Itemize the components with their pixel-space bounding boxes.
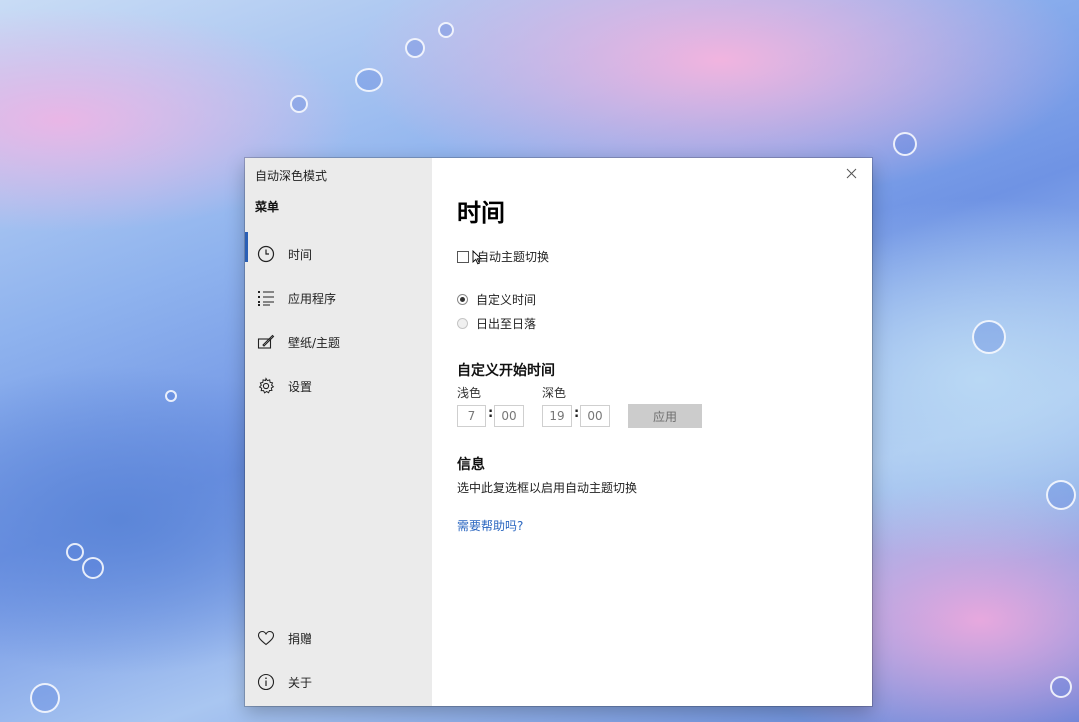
sidebar-item-label: 壁纸/主题 [288, 335, 341, 350]
radio-label: 自定义时间 [476, 293, 537, 307]
close-icon [846, 164, 857, 183]
sidebar-item-apps[interactable]: 应用程序 [245, 276, 432, 320]
mouse-cursor-icon [472, 249, 483, 269]
dark-hour-input[interactable]: 19 [542, 405, 572, 427]
auto-switch-checkbox-row[interactable]: 自动主题切换 [457, 248, 549, 265]
wallpaper-bubble [1050, 676, 1072, 698]
wallpaper-bubble [405, 38, 425, 58]
light-minute-input[interactable]: 00 [494, 405, 524, 427]
sidebar-item-label: 设置 [288, 379, 313, 394]
sidebar: 自动深色模式 菜单 时间 应用程序 壁纸/主题 设置 捐赠 关于 [245, 158, 432, 706]
wallpaper-bubble [30, 683, 60, 713]
sidebar-item-time[interactable]: 时间 [245, 232, 432, 276]
wallpaper-bubble [355, 68, 383, 92]
app-window: 自动深色模式 菜单 时间 应用程序 壁纸/主题 设置 捐赠 关于 时间 自动主题… [245, 158, 872, 706]
sidebar-nav: 时间 应用程序 壁纸/主题 设置 [245, 232, 432, 408]
time-separator: : [574, 406, 580, 421]
info-icon [256, 672, 276, 692]
auto-switch-label: 自动主题切换 [477, 250, 550, 264]
light-hour-input[interactable]: 7 [457, 405, 486, 427]
sidebar-item-label: 捐赠 [288, 631, 313, 646]
dark-label: 深色 [542, 386, 567, 400]
sidebar-item-donate[interactable]: 捐赠 [245, 616, 432, 660]
close-button[interactable] [842, 164, 860, 182]
radio-button[interactable] [457, 294, 468, 305]
radio-button[interactable] [457, 318, 468, 329]
sidebar-item-label: 时间 [288, 247, 313, 262]
sidebar-item-label: 关于 [288, 675, 313, 690]
main-panel: 时间 自动主题切换 自定义时间 日出至日落 自定义开始时间 浅色 深色 7 : … [432, 158, 872, 706]
wallpaper-bubble [165, 390, 177, 402]
auto-switch-checkbox[interactable] [457, 250, 469, 263]
radio-label: 日出至日落 [476, 317, 537, 331]
list-icon [256, 288, 276, 308]
paint-icon [256, 332, 276, 352]
clock-icon [256, 244, 276, 264]
sidebar-item-label: 应用程序 [288, 291, 337, 306]
sidebar-bottom-nav: 捐赠 关于 [245, 616, 432, 704]
radio-custom-time[interactable]: 自定义时间 [457, 291, 536, 308]
wallpaper-bubble [290, 95, 308, 113]
wallpaper-bubble [438, 22, 454, 38]
time-separator: : [488, 406, 494, 421]
info-heading: 信息 [457, 457, 485, 473]
wallpaper-bubble [1046, 480, 1076, 510]
heart-icon [256, 628, 276, 648]
wallpaper-bubble [82, 557, 104, 579]
custom-time-heading: 自定义开始时间 [457, 363, 555, 379]
app-title: 自动深色模式 [255, 169, 328, 183]
sidebar-item-wallpaper-theme[interactable]: 壁纸/主题 [245, 320, 432, 364]
page-title: 时间 [457, 199, 505, 227]
wallpaper-bubble [66, 543, 84, 561]
menu-label: 菜单 [255, 200, 280, 214]
wallpaper-bubble [893, 132, 917, 156]
wallpaper-bubble [972, 320, 1006, 354]
dark-minute-input[interactable]: 00 [580, 405, 610, 427]
selection-indicator [245, 232, 248, 262]
gear-icon [256, 376, 276, 396]
sidebar-item-settings[interactable]: 设置 [245, 364, 432, 408]
sidebar-item-about[interactable]: 关于 [245, 660, 432, 704]
light-label: 浅色 [457, 386, 482, 400]
help-link[interactable]: 需要帮助吗? [457, 517, 523, 534]
radio-sunrise-sunset[interactable]: 日出至日落 [457, 315, 536, 332]
apply-button[interactable]: 应用 [628, 404, 702, 428]
info-text: 选中此复选框以启用自动主题切换 [457, 481, 638, 495]
